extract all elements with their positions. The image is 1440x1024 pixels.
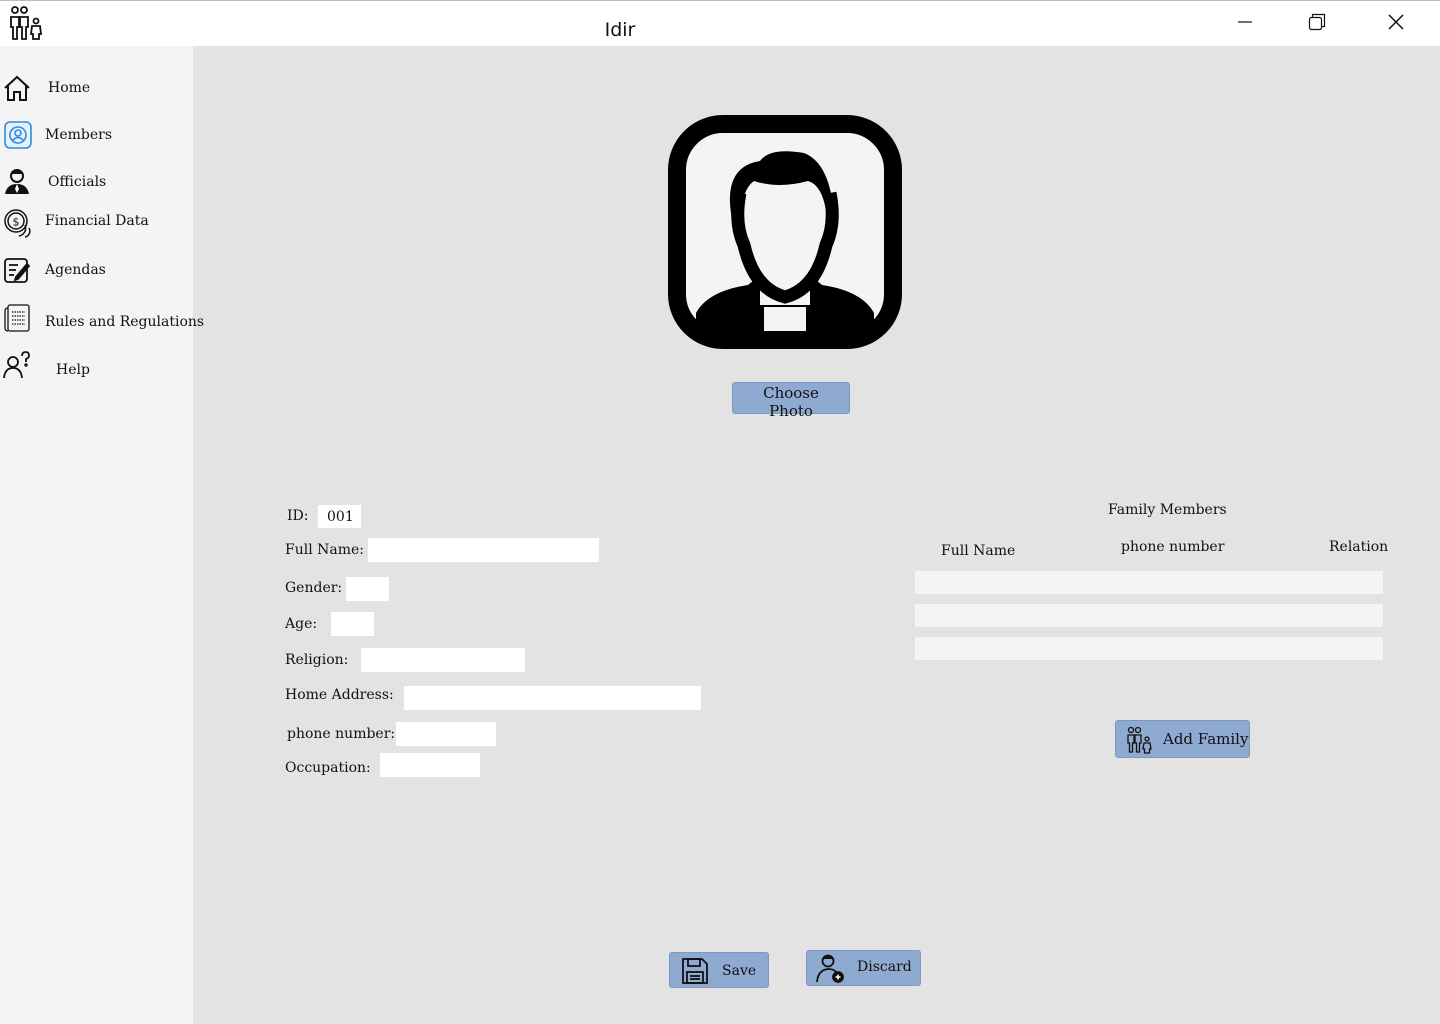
phone-number-field[interactable] xyxy=(396,722,496,746)
sidebar-item-agendas[interactable]: Agendas xyxy=(0,253,193,293)
user-avatar-icon xyxy=(668,115,902,349)
floppy-disk-icon xyxy=(681,957,709,985)
column-header-phone-number: phone number xyxy=(1121,539,1225,555)
sidebar-item-label: Officials xyxy=(48,174,107,190)
close-icon xyxy=(1388,14,1404,34)
age-label: Age: xyxy=(285,616,318,632)
sidebar: Home Members Officials $ Financial Data … xyxy=(0,46,204,1024)
restore-button[interactable] xyxy=(1297,9,1337,39)
svg-text:$: $ xyxy=(13,216,20,229)
gender-label: Gender: xyxy=(285,580,343,596)
sidebar-item-home[interactable]: Home xyxy=(0,71,193,111)
sidebar-item-label: Rules and Regulations xyxy=(45,314,205,330)
help-icon xyxy=(3,351,33,381)
religion-label: Religion: xyxy=(285,652,349,668)
home-icon xyxy=(3,74,33,104)
full-name-field[interactable] xyxy=(368,538,599,562)
discard-button[interactable]: Discard xyxy=(806,950,921,986)
sidebar-item-rules-and-regulations[interactable]: Rules and Regulations xyxy=(0,303,204,343)
phone-number-label: phone number: xyxy=(287,726,396,742)
occupation-field[interactable] xyxy=(380,753,480,777)
id-label: ID: xyxy=(287,508,309,524)
religion-field[interactable] xyxy=(361,648,525,672)
sidebar-item-members[interactable]: Members xyxy=(0,118,193,158)
home-address-label: Home Address: xyxy=(285,687,394,703)
save-label: Save xyxy=(722,963,757,979)
sidebar-item-label: Financial Data xyxy=(45,213,149,229)
table-row[interactable] xyxy=(915,604,1383,627)
id-field[interactable] xyxy=(318,505,361,528)
official-icon xyxy=(3,167,33,197)
discard-label: Discard xyxy=(857,959,912,975)
sidebar-item-officials[interactable]: Officials xyxy=(0,164,193,204)
gender-field[interactable] xyxy=(346,577,389,601)
title-bar: Idir xyxy=(0,0,1440,46)
coins-icon: $ xyxy=(3,208,33,238)
save-button[interactable]: Save xyxy=(669,952,769,988)
full-name-label: Full Name: xyxy=(285,542,365,558)
column-header-relation: Relation xyxy=(1329,539,1389,555)
sidebar-item-label: Agendas xyxy=(45,262,106,278)
home-address-field[interactable] xyxy=(404,686,701,710)
restore-icon xyxy=(1308,13,1326,35)
sidebar-item-help[interactable]: Help xyxy=(0,350,193,390)
notepad-icon xyxy=(3,256,33,286)
age-field[interactable] xyxy=(331,612,374,636)
family-members-title: Family Members xyxy=(1108,502,1227,518)
family-icon xyxy=(1125,726,1153,754)
table-row[interactable] xyxy=(915,571,1383,594)
choose-photo-button[interactable]: Choose Photo xyxy=(732,382,850,420)
window-title: Idir xyxy=(604,19,636,41)
user-discard-icon xyxy=(815,953,845,983)
add-family-button[interactable]: Add Family xyxy=(1115,720,1250,758)
minimize-icon xyxy=(1237,14,1253,34)
sidebar-item-financial-data[interactable]: $ Financial Data xyxy=(0,204,193,244)
sidebar-item-label: Members xyxy=(45,127,113,143)
column-header-full-name: Full Name xyxy=(941,543,1016,559)
sidebar-item-label: Home xyxy=(48,80,91,96)
add-family-label: Add Family xyxy=(1163,730,1249,748)
sidebar-item-label: Help xyxy=(56,362,90,378)
close-button[interactable] xyxy=(1376,9,1416,39)
members-icon xyxy=(3,120,33,150)
document-icon xyxy=(3,303,33,333)
table-row[interactable] xyxy=(915,637,1383,660)
minimize-button[interactable] xyxy=(1225,9,1265,39)
occupation-label: Occupation: xyxy=(285,760,371,776)
